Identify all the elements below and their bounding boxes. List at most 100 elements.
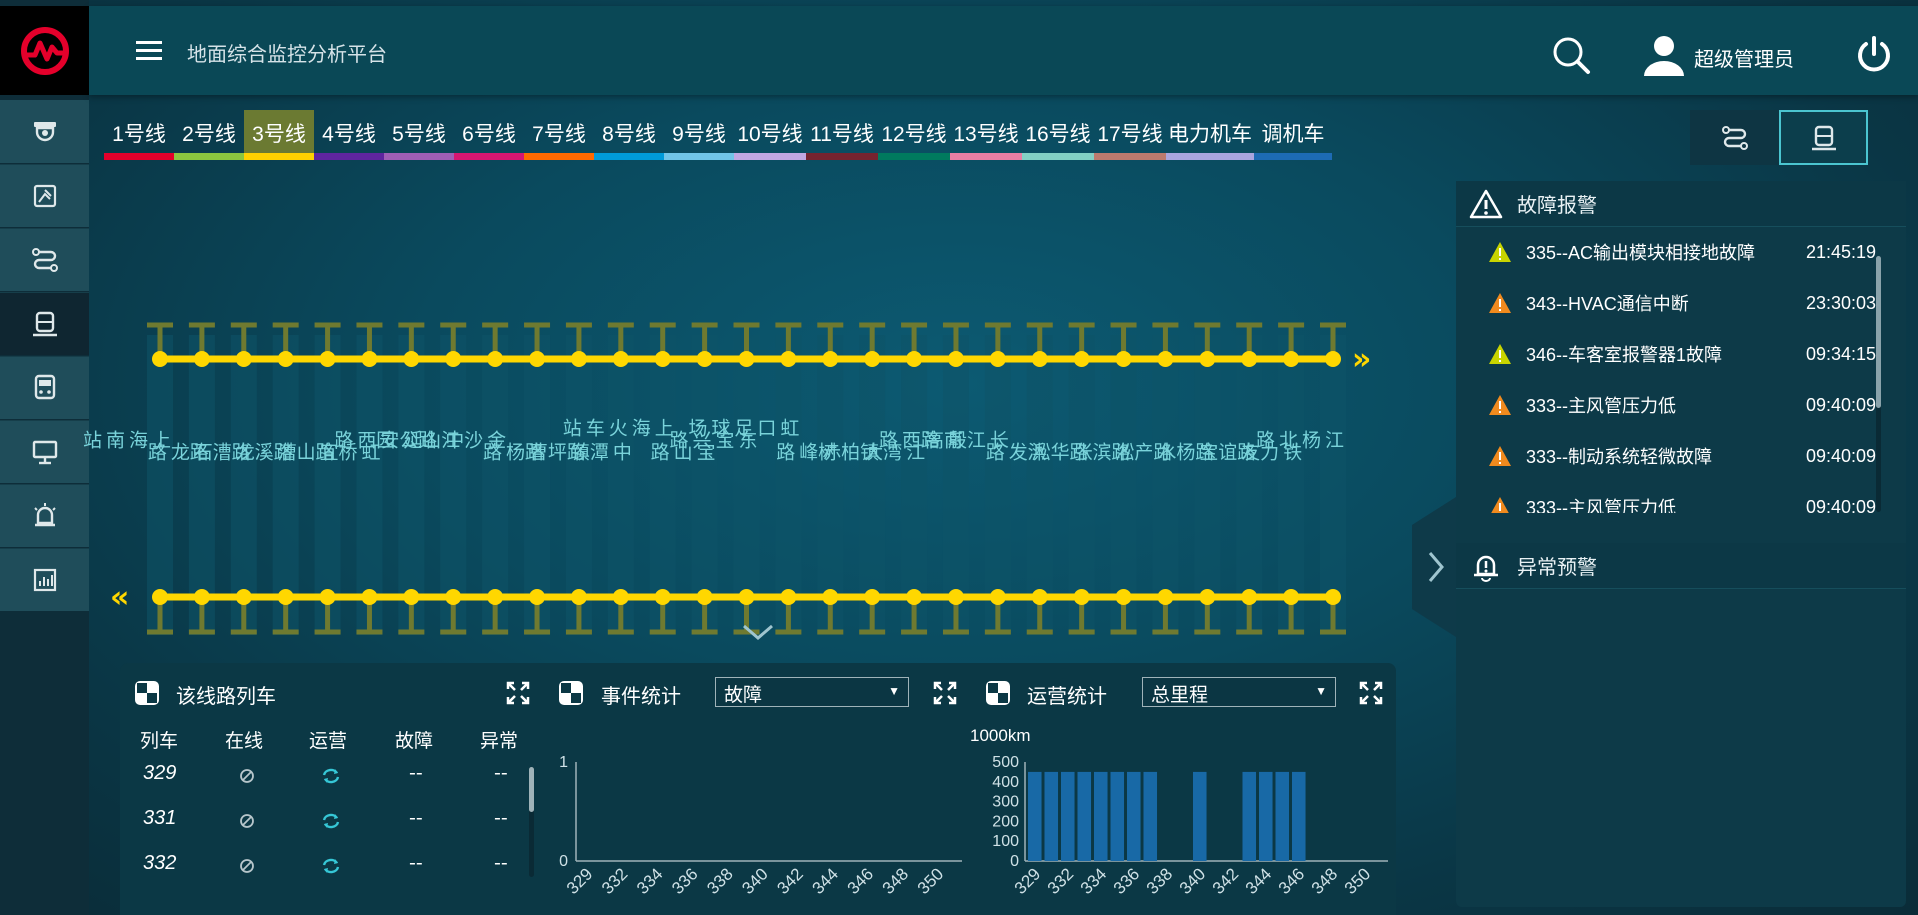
line-tab-1[interactable]: 1号线 [104,110,174,160]
sidebar-item-train[interactable] [0,292,89,355]
line-tab-15[interactable]: 17号线 [1094,110,1166,160]
track-tick [314,597,341,635]
fullscreen-icon[interactable] [506,681,530,705]
station-label[interactable]: 虹口足球场 [685,418,799,439]
fault-time: 09:40:09 [1806,445,1876,466]
sidebar-item-route[interactable] [0,228,89,291]
train-view-button[interactable] [1779,110,1868,165]
station-dot [152,351,168,367]
line-tab-label: 12号线 [881,123,947,146]
offline-icon [239,813,255,833]
track-tick [1320,597,1346,635]
line-tab-label: 17号线 [1097,123,1163,146]
line-tab-5[interactable]: 5号线 [384,110,454,160]
user-name[interactable]: 超级管理员 [1694,43,1794,72]
sidebar-item-route-map[interactable] [0,164,89,227]
line-color-bar [1094,153,1166,160]
track-tick [984,597,1011,635]
expand-down-icon[interactable] [738,621,778,643]
ops-metric-select[interactable]: 总里程 ▼ [1142,677,1336,707]
station-dot [906,589,923,605]
abnormal-count: -- [494,852,508,874]
track-tick [1278,597,1305,635]
track-tick [188,597,215,635]
metro-logo[interactable] [0,6,89,95]
line-tab-label: 7号线 [532,123,586,146]
fullscreen-icon[interactable] [933,681,957,705]
line-tab-3[interactable]: 3号线 [244,110,314,160]
line-tab-label: 10号线 [737,123,803,146]
line-tab-9[interactable]: 9号线 [664,110,734,160]
event-type-select[interactable]: 故障 ▼ [715,677,909,707]
line-color-bar [1254,153,1332,160]
menu-icon[interactable] [136,39,164,63]
ops-metric-value: 总里程 [1151,685,1209,706]
line-tab-16[interactable]: 电力机车 [1166,110,1254,160]
track-tick [1110,597,1137,635]
panel-collapse-tab[interactable] [1412,497,1456,637]
user-avatar-icon[interactable] [1642,33,1686,77]
sidebar-item-alarm[interactable] [0,484,89,547]
line-tab-13[interactable]: 13号线 [950,110,1022,160]
fault-time: 09:40:09 [1806,496,1876,514]
grid-widget-icon [986,681,1010,705]
sidebar-item-camera[interactable] [0,100,89,163]
line-tab-label: 9号线 [672,123,726,146]
alert-triangle-icon [1489,344,1511,364]
station-dot [235,351,252,367]
line-tab-10[interactable]: 10号线 [734,110,806,160]
station-dot [445,589,462,605]
train-list-scroll-thumb[interactable] [529,767,534,812]
train-col-header: 运营 [309,731,348,752]
fault-scroll-thumb[interactable] [1876,256,1881,408]
track-tick [356,597,383,635]
track-tick [1026,597,1053,635]
fault-item[interactable]: 333--主风管压力低 09:40:09 [1488,492,1876,513]
line-tab-17[interactable]: 调机车 [1254,110,1332,160]
station-column [188,335,215,635]
station-dot [529,589,546,605]
sidebar-item-stats[interactable] [0,548,89,611]
fault-item[interactable]: 333--主风管压力低 09:40:09 [1488,390,1876,420]
line-tab-7[interactable]: 7号线 [524,110,594,160]
station-dot [696,351,713,367]
line-tab-14[interactable]: 16号线 [1022,110,1094,160]
line-tab-label: 5号线 [392,123,446,146]
fault-item[interactable]: 346--车客室报警器1故障 09:34:15 [1488,339,1876,369]
station-label[interactable]: 江杨北路 [1253,430,1344,451]
track-tick [188,322,215,359]
fault-panel-title: 故障报警 [1517,195,1597,217]
station-dot [612,589,629,605]
fault-time: 23:30:03 [1806,292,1876,313]
fullscreen-icon[interactable] [1359,681,1383,705]
fault-count: -- [409,762,423,784]
line-tab-12[interactable]: 12号线 [878,110,950,160]
line-tab-2[interactable]: 2号线 [174,110,244,160]
station-dot [1073,589,1090,605]
line-tab-label: 调机车 [1261,123,1325,146]
alarm-icon [33,503,56,527]
train-id[interactable]: 332 [143,852,176,875]
line-color-bar [664,153,734,160]
station-label[interactable]: 中潭路 [564,442,632,463]
search-icon[interactable] [1550,34,1592,76]
track-tick [775,597,802,635]
fault-item[interactable]: 333--制动系统轻微故障 09:40:09 [1488,441,1876,471]
train-id[interactable]: 331 [143,807,176,830]
line-tab-4[interactable]: 4号线 [314,110,384,160]
station-dot [319,351,336,367]
train-id[interactable]: 329 [143,762,176,785]
line-color-bar [104,153,174,160]
line-tab-11[interactable]: 11号线 [806,110,878,160]
track-tick [607,597,634,635]
fault-item[interactable]: 343--HVAC通信中断 23:30:03 [1488,288,1876,318]
power-icon[interactable] [1855,34,1893,74]
line-color-bar [454,153,524,160]
line-tab-8[interactable]: 8号线 [594,110,664,160]
line-tab-6[interactable]: 6号线 [454,110,524,160]
sidebar-item-monitor[interactable] [0,420,89,483]
line-tab-label: 2号线 [182,123,236,146]
sidebar-item-train-front[interactable] [0,356,89,419]
fault-item[interactable]: 335--AC输出模块相接地故障 21:45:19 [1488,237,1876,267]
route-view-button[interactable] [1690,110,1779,165]
